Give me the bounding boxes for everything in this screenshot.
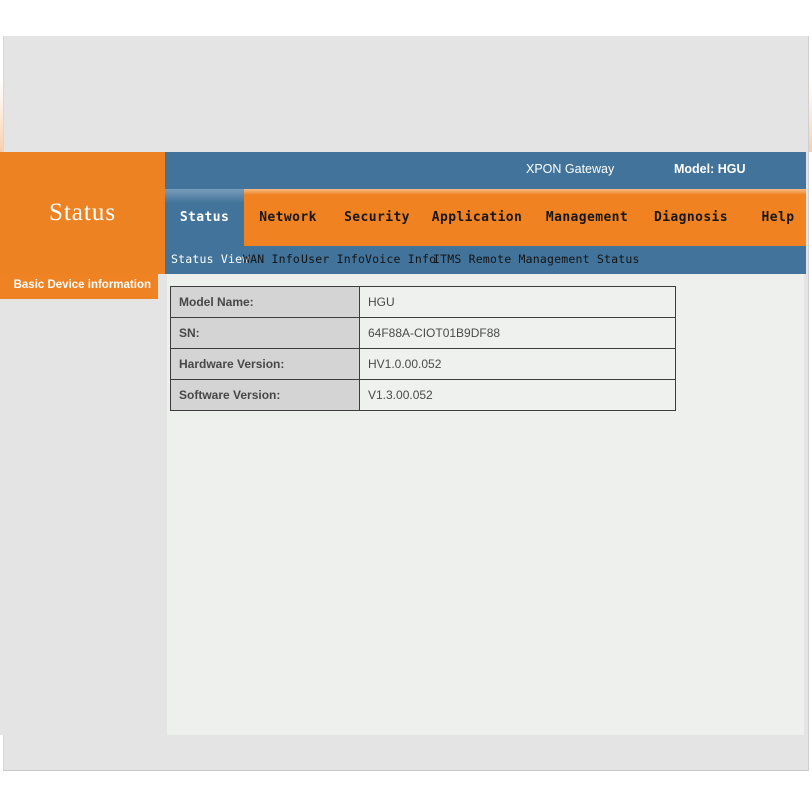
row-value-hardware-version: HV1.0.00.052: [359, 348, 676, 380]
device-info-table: Model Name: HGU SN: 64F88A-CIOT01B9DF88 …: [170, 286, 676, 411]
nav-item-status[interactable]: Status: [165, 189, 244, 246]
page-title-block: Status: [0, 152, 165, 274]
nav-item-application[interactable]: Application: [422, 189, 532, 246]
table-row: Hardware Version: HV1.0.00.052: [170, 348, 676, 380]
nav-item-management[interactable]: Management: [532, 189, 642, 246]
table-row: Software Version: V1.3.00.052: [170, 379, 676, 411]
row-value-sn: 64F88A-CIOT01B9DF88: [359, 317, 676, 349]
sidebar: Basic Device information: [0, 274, 165, 735]
table-row: SN: 64F88A-CIOT01B9DF88: [170, 317, 676, 349]
subnav-item-voice-info[interactable]: Voice Info: [365, 252, 436, 266]
nav-item-label: Diagnosis: [653, 210, 729, 225]
row-label-model-name: Model Name:: [170, 286, 360, 318]
browser-page: Welcome! Logout Status XPON Gateway Mode…: [0, 0, 812, 812]
device-title-bar: XPON Gateway Model: HGU: [165, 152, 806, 189]
row-label-hardware-version: Hardware Version:: [170, 348, 360, 380]
device-name-label: XPON Gateway: [526, 162, 615, 176]
main-nav: Status Network Security Application Mana…: [165, 189, 806, 246]
nav-item-help[interactable]: Help: [740, 189, 812, 246]
sub-nav: Status View WAN Info User Info Voice Inf…: [165, 246, 806, 274]
nav-item-diagnosis[interactable]: Diagnosis: [642, 189, 740, 246]
row-label-software-version: Software Version:: [170, 379, 360, 411]
table-row: Model Name: HGU: [170, 286, 676, 318]
nav-item-label: Security: [344, 210, 410, 225]
nav-item-label: Network: [259, 210, 317, 225]
subnav-item-itms-remote-management-status[interactable]: ITMS Remote Management Status: [433, 252, 640, 266]
row-value-model-name: HGU: [359, 286, 676, 318]
sidebar-item-basic-device-information[interactable]: Basic Device information: [0, 274, 158, 299]
nav-item-label: Help: [761, 210, 795, 225]
device-model-label: Model: HGU: [674, 162, 746, 176]
sidebar-item-label: Basic Device information: [13, 279, 151, 291]
nav-item-network[interactable]: Network: [244, 189, 332, 246]
nav-item-security[interactable]: Security: [332, 189, 422, 246]
nav-item-label: Application: [431, 210, 523, 225]
subnav-item-status-view[interactable]: Status View: [171, 252, 249, 266]
row-label-sn: SN:: [170, 317, 360, 349]
page-title: Status: [48, 199, 117, 226]
nav-item-label: Management: [545, 210, 629, 225]
content-panel: Model Name: HGU SN: 64F88A-CIOT01B9DF88 …: [167, 274, 804, 735]
subnav-item-wan-info[interactable]: WAN Info: [243, 252, 300, 266]
row-value-software-version: V1.3.00.052: [359, 379, 676, 411]
nav-item-label: Status: [179, 210, 230, 225]
subnav-item-user-info[interactable]: User Info: [301, 252, 365, 266]
